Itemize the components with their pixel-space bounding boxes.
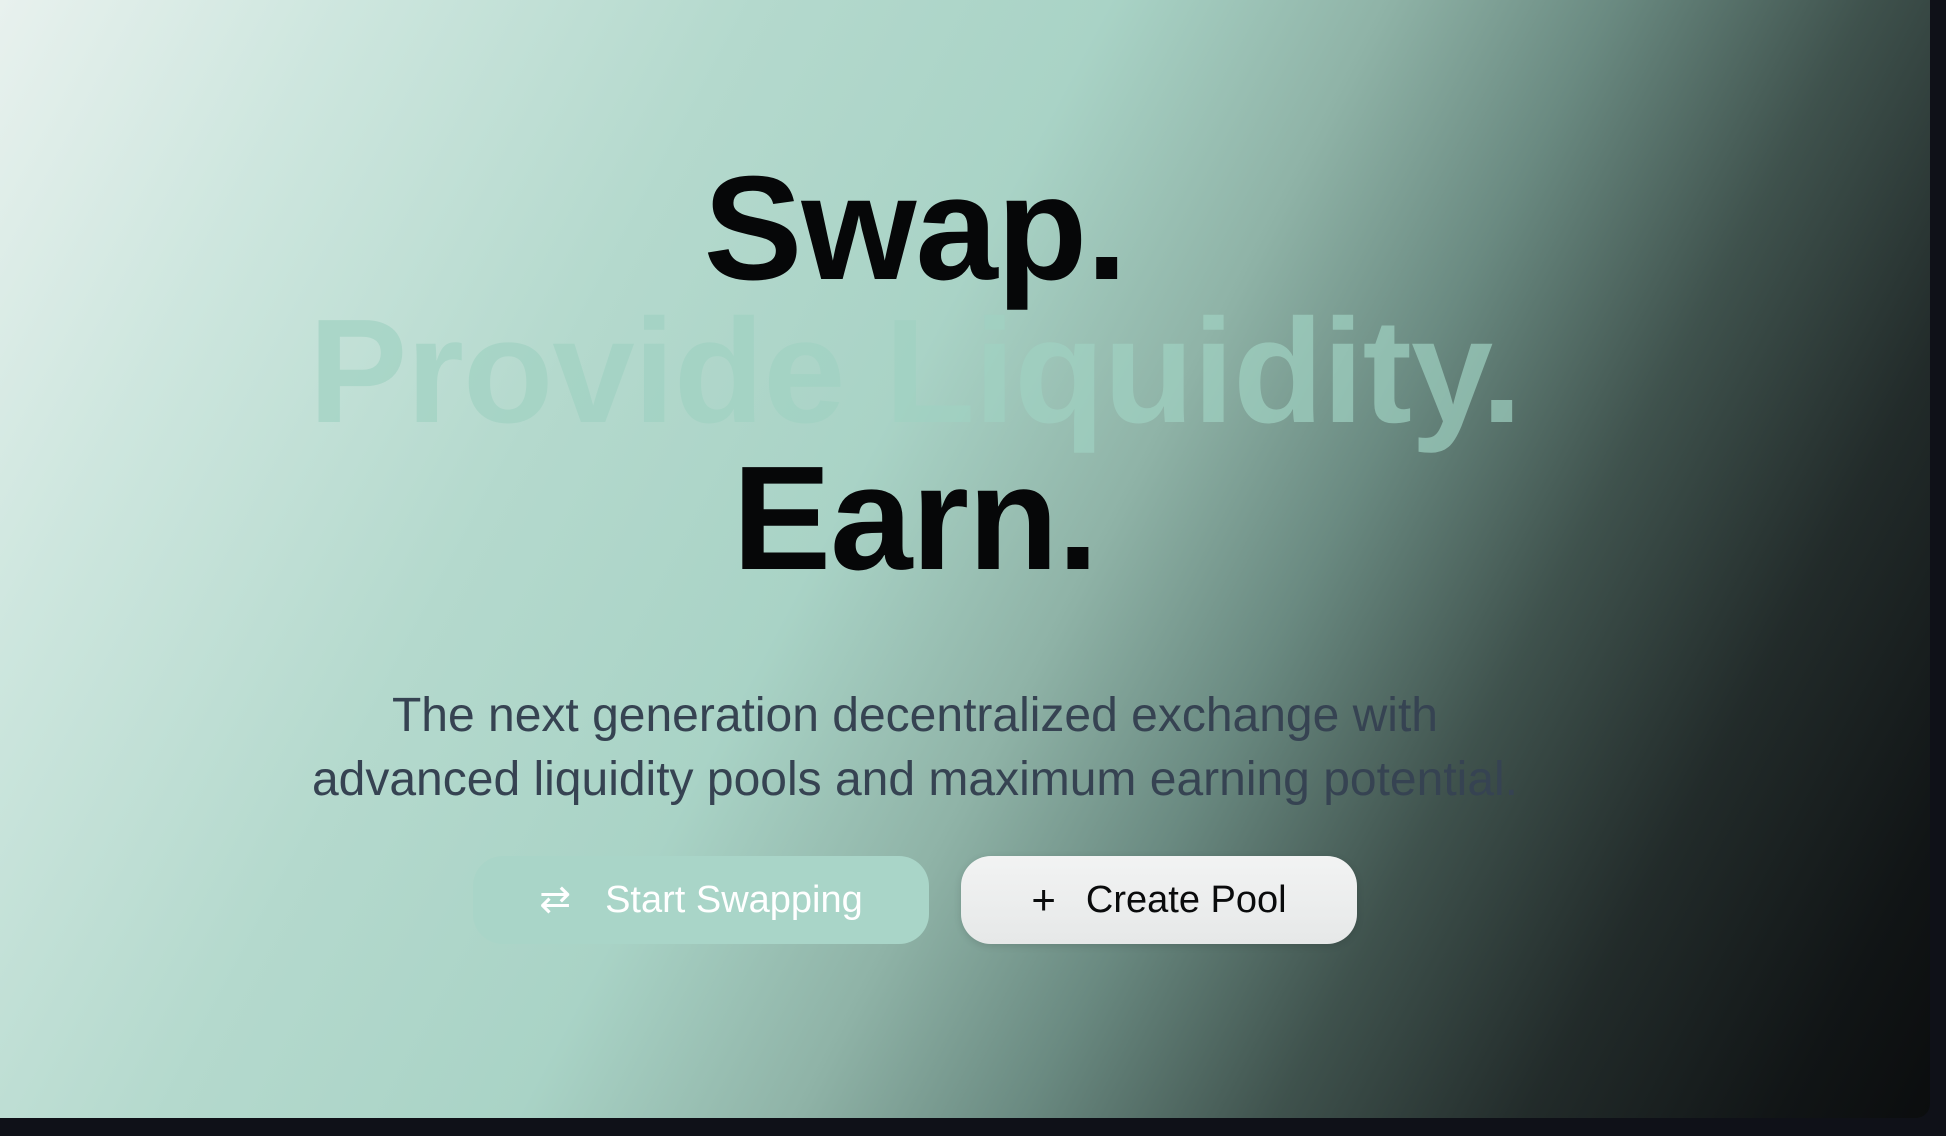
start-swapping-label: Start Swapping: [605, 878, 863, 921]
start-swapping-button[interactable]: ⇄ Start Swapping: [473, 856, 929, 944]
swap-arrows-icon: ⇄: [539, 879, 572, 921]
headline-provide-liquidity: Provide Liquidity.: [308, 289, 1523, 454]
hero-subtitle-line-2: advanced liquidity pools and maximum ear…: [311, 753, 1519, 806]
hero-section: Swap. Provide Liquidity. Earn. The next …: [0, 0, 1830, 1118]
plus-icon: +: [1031, 876, 1056, 923]
headline-earn: Earn.: [732, 436, 1098, 601]
hero-subtitle: The next generation decentralized exchan…: [0, 684, 1830, 812]
hero-subtitle-line-1: The next generation decentralized exchan…: [391, 689, 1438, 742]
create-pool-button[interactable]: + Create Pool: [961, 856, 1357, 944]
app-window: Swap. Provide Liquidity. Earn. The next …: [0, 0, 1930, 1118]
create-pool-label: Create Pool: [1085, 878, 1287, 921]
headline-swap: Swap.: [703, 146, 1128, 311]
